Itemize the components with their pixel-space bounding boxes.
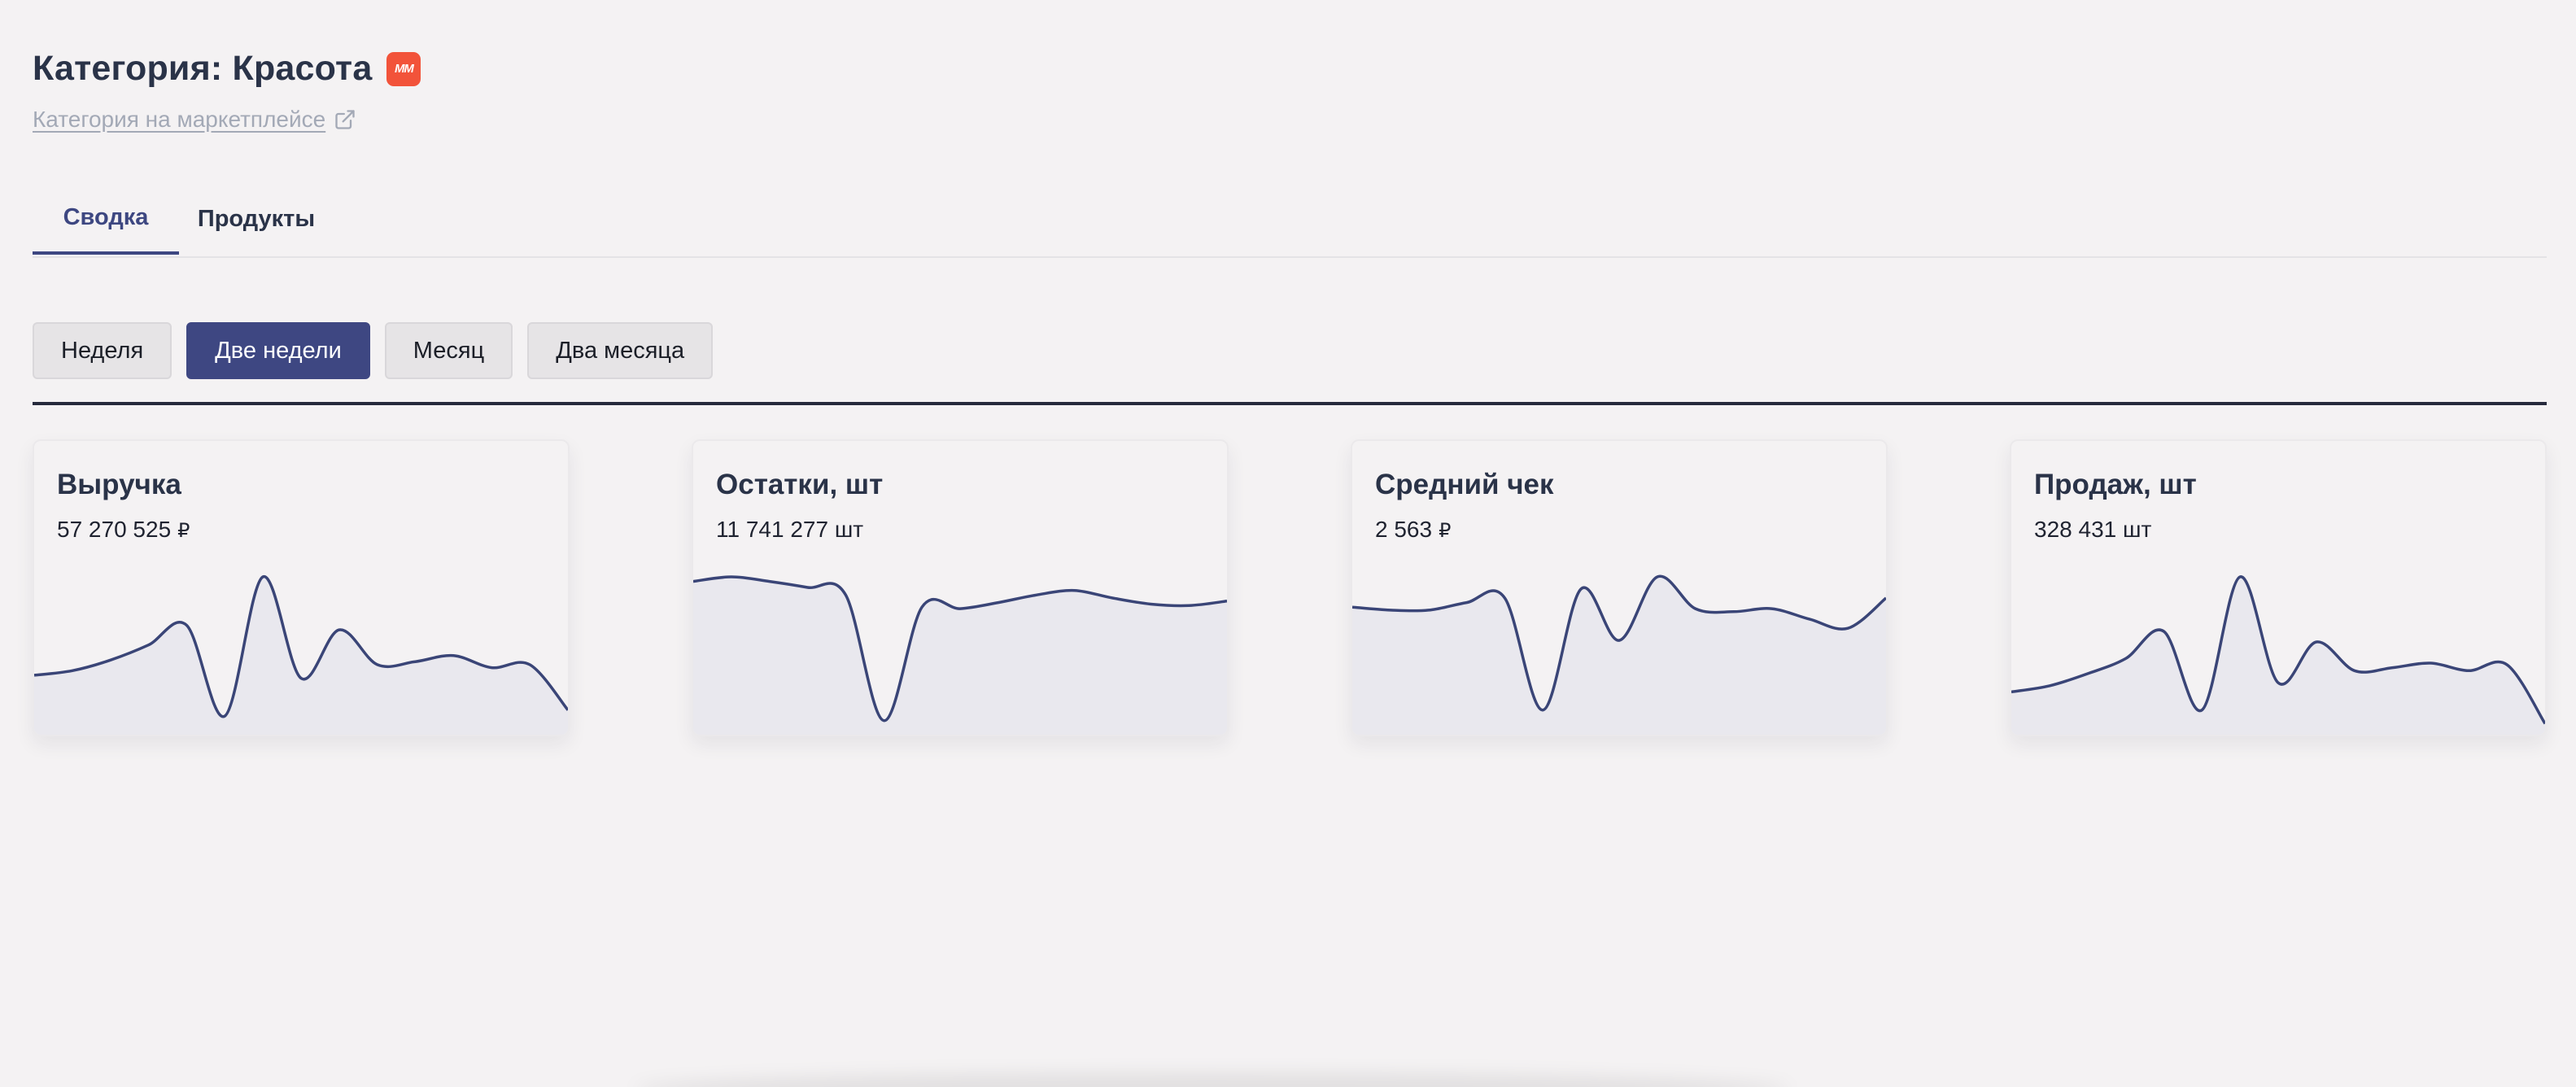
marketplace-logo-icon: MM xyxy=(386,51,421,86)
sparkline-chart xyxy=(1352,574,1886,735)
sparkline-chart xyxy=(34,575,568,735)
period-selector: Неделя Две недели Месяц Два месяца xyxy=(33,322,714,379)
tab-summary[interactable]: Сводка xyxy=(33,183,179,255)
external-link-icon xyxy=(334,108,356,131)
page-title: Категория: Красота xyxy=(33,49,373,88)
bottom-panel-shadow xyxy=(635,1072,1790,1087)
period-two-weeks-button[interactable]: Две недели xyxy=(186,322,370,379)
currency-unit: ₽ xyxy=(1439,520,1452,542)
metric-card-average-check[interactable]: Средний чек 2 563 ₽ xyxy=(1351,439,1888,736)
period-week-button[interactable]: Неделя xyxy=(33,322,172,379)
metric-card-revenue[interactable]: Выручка 57 270 525 ₽ xyxy=(33,439,570,736)
period-two-months-button[interactable]: Два месяца xyxy=(527,322,714,379)
title-row: Категория: Красота MM xyxy=(33,49,421,89)
sparkline-chart xyxy=(693,575,1227,735)
marketplace-link-label: Категория на маркетплейсе xyxy=(33,107,326,132)
card-value-number: 11 741 277 шт xyxy=(716,517,864,542)
card-title: Остатки, шт xyxy=(716,469,884,500)
metric-card-stock[interactable]: Остатки, шт 11 741 277 шт xyxy=(692,439,1229,736)
sparkline-area xyxy=(2011,576,2545,735)
card-value: 57 270 525 ₽ xyxy=(57,517,190,543)
tab-bar: Сводка Продукты xyxy=(33,183,2547,258)
card-value-number: 2 563 xyxy=(1375,517,1433,542)
period-month-button[interactable]: Месяц xyxy=(384,322,513,379)
card-value: 328 431 шт xyxy=(2034,517,2151,543)
card-title: Продаж, шт xyxy=(2034,469,2197,500)
card-value-number: 57 270 525 xyxy=(57,517,172,542)
card-value: 11 741 277 шт xyxy=(716,517,863,543)
sparkline-area xyxy=(34,576,568,735)
marketplace-category-link[interactable]: Категория на маркетплейсе xyxy=(33,107,421,133)
page-header: Категория: Красота MM Категория на марке… xyxy=(33,49,421,133)
sparkline-area xyxy=(1352,576,1886,735)
sparkline-area xyxy=(693,577,1227,735)
card-title: Средний чек xyxy=(1375,469,1554,500)
card-title: Выручка xyxy=(57,469,181,500)
card-value-number: 328 431 шт xyxy=(2034,517,2152,542)
sparkline-chart xyxy=(2011,575,2545,735)
card-value: 2 563 ₽ xyxy=(1375,517,1451,543)
category-page: Категория: Красота MM Категория на марке… xyxy=(0,0,2576,1087)
metric-card-sales[interactable]: Продаж, шт 328 431 шт xyxy=(2010,439,2547,736)
section-divider xyxy=(33,402,2547,405)
currency-unit: ₽ xyxy=(177,520,190,542)
tab-products[interactable]: Продукты xyxy=(191,183,321,255)
